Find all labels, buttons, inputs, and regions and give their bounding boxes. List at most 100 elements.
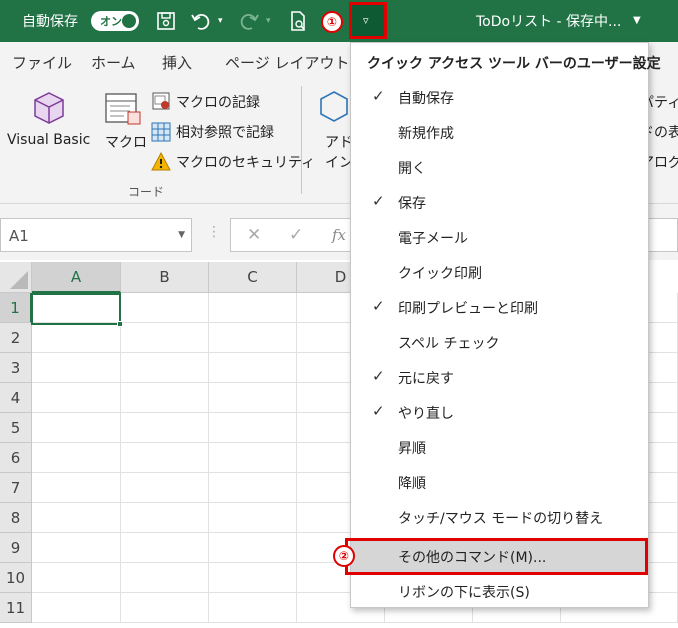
cell[interactable] xyxy=(121,593,209,623)
cell[interactable] xyxy=(32,413,121,443)
cell[interactable] xyxy=(32,503,121,533)
undo-icon[interactable] xyxy=(190,10,212,32)
tab-file[interactable]: ファイル xyxy=(12,52,72,73)
row-header-9[interactable]: 9 xyxy=(0,533,32,563)
print-preview-icon[interactable] xyxy=(287,10,309,32)
cell[interactable] xyxy=(121,443,209,473)
name-box-dropdown-icon[interactable]: ▼ xyxy=(178,230,185,240)
menu-item-redo[interactable]: ✓ やり直し xyxy=(351,395,648,430)
step-badge-1: ① xyxy=(321,11,343,33)
menu-item-touch-mouse-mode[interactable]: タッチ/マウス モードの切り替え xyxy=(351,500,648,535)
menu-item-open[interactable]: 開く xyxy=(351,150,648,185)
addin-button-line2[interactable]: イン xyxy=(325,152,353,172)
macro-button[interactable]: マクロ xyxy=(105,132,147,152)
cell[interactable] xyxy=(209,473,297,503)
menu-item-label: 元に戻す xyxy=(398,371,454,387)
redo-icon xyxy=(238,10,260,32)
title-bar: 自動保存 オン ▾ ▾ ① ▿ ToDoリスト - 保存中... ▼ xyxy=(0,0,678,42)
menu-item-save[interactable]: ✓ 保存 xyxy=(351,185,648,220)
cancel-icon[interactable]: ✕ xyxy=(247,225,261,245)
cell[interactable] xyxy=(121,533,209,563)
tab-insert[interactable]: 挿入 xyxy=(162,52,192,73)
cell[interactable] xyxy=(209,293,297,323)
tab-page-layout[interactable]: ページ レイアウト xyxy=(225,52,349,73)
cell[interactable] xyxy=(121,503,209,533)
macro-security-button[interactable]: マクロのセキュリティ xyxy=(176,152,315,172)
check-icon: ✓ xyxy=(372,367,385,385)
cell[interactable] xyxy=(32,473,121,503)
menu-item-spelling[interactable]: スペル チェック xyxy=(351,325,648,360)
title-dropdown-icon[interactable]: ▼ xyxy=(633,15,641,26)
select-all-button[interactable] xyxy=(0,262,32,293)
cell[interactable] xyxy=(32,443,121,473)
menu-item-quick-print[interactable]: クイック印刷 xyxy=(351,255,648,290)
record-macro-icon xyxy=(151,91,171,115)
check-icon: ✓ xyxy=(372,402,385,420)
cell[interactable] xyxy=(209,593,297,623)
row-header-7[interactable]: 7 xyxy=(0,473,32,503)
menu-item-email[interactable]: 電子メール xyxy=(351,220,648,255)
cell[interactable] xyxy=(209,533,297,563)
column-header-b[interactable]: B xyxy=(121,262,209,293)
cell[interactable] xyxy=(121,293,209,323)
cell[interactable] xyxy=(209,353,297,383)
cell[interactable] xyxy=(32,563,121,593)
menu-item-print-preview[interactable]: ✓ 印刷プレビューと印刷 xyxy=(351,290,648,325)
cell[interactable] xyxy=(209,323,297,353)
row-header-8[interactable]: 8 xyxy=(0,503,32,533)
cell[interactable] xyxy=(121,323,209,353)
cell[interactable] xyxy=(32,593,121,623)
step-badge-2: ② xyxy=(333,545,355,567)
check-icon: ✓ xyxy=(372,297,385,315)
selected-cell-a1[interactable] xyxy=(31,293,123,327)
fill-handle[interactable] xyxy=(117,321,123,327)
row-header-10[interactable]: 10 xyxy=(0,563,32,593)
row-header-3[interactable]: 3 xyxy=(0,353,32,383)
cell[interactable] xyxy=(32,323,121,353)
cell[interactable] xyxy=(121,353,209,383)
column-header-c[interactable]: C xyxy=(209,262,297,293)
cell[interactable] xyxy=(209,443,297,473)
relative-reference-button[interactable]: 相対参照で記録 xyxy=(176,122,274,142)
cell[interactable] xyxy=(121,383,209,413)
record-macro-button[interactable]: マクロの記録 xyxy=(176,92,260,112)
name-box[interactable]: A1 ▼ xyxy=(0,218,192,252)
save-icon[interactable] xyxy=(155,10,177,32)
menu-item-autosave[interactable]: ✓ 自動保存 xyxy=(351,80,648,115)
row-header-1[interactable]: 1 xyxy=(0,293,32,323)
autosave-toggle[interactable]: オン xyxy=(91,11,139,31)
cell[interactable] xyxy=(209,383,297,413)
row-header-5[interactable]: 5 xyxy=(0,413,32,443)
menu-item-sort-descending[interactable]: 降順 xyxy=(351,465,648,500)
cell[interactable] xyxy=(121,473,209,503)
enter-icon[interactable]: ✓ xyxy=(289,225,303,245)
customize-qat-button[interactable]: ▿ xyxy=(349,2,387,39)
menu-item-new[interactable]: 新規作成 xyxy=(351,115,648,150)
row-header-11[interactable]: 11 xyxy=(0,593,32,623)
cell[interactable] xyxy=(209,413,297,443)
row-header-4[interactable]: 4 xyxy=(0,383,32,413)
menu-item-sort-ascending[interactable]: 昇順 xyxy=(351,430,648,465)
cell[interactable] xyxy=(32,383,121,413)
cell[interactable] xyxy=(121,563,209,593)
autosave-toggle-text: オン xyxy=(100,15,122,28)
warning-icon xyxy=(151,151,171,176)
insert-function-icon[interactable]: fx xyxy=(332,226,346,244)
row-header-2[interactable]: 2 xyxy=(0,323,32,353)
cell[interactable] xyxy=(209,563,297,593)
formula-bar-grip-icon[interactable]: ⋮ xyxy=(207,224,221,240)
macro-icon xyxy=(104,92,142,130)
addin-button-line1[interactable]: アド xyxy=(325,132,353,152)
visual-basic-button[interactable]: Visual Basic xyxy=(7,132,90,148)
cell[interactable] xyxy=(209,503,297,533)
cell[interactable] xyxy=(32,533,121,563)
menu-item-undo[interactable]: ✓ 元に戻す xyxy=(351,360,648,395)
cell[interactable] xyxy=(121,413,209,443)
menu-item-show-below-ribbon[interactable]: リボンの下に表示(S) xyxy=(351,574,648,609)
tab-home[interactable]: ホーム xyxy=(91,52,136,73)
cell[interactable] xyxy=(32,353,121,383)
column-header-a[interactable]: A xyxy=(32,262,121,293)
row-header-6[interactable]: 6 xyxy=(0,443,32,473)
undo-dropdown-icon[interactable]: ▾ xyxy=(218,16,223,26)
group-separator xyxy=(301,86,302,194)
